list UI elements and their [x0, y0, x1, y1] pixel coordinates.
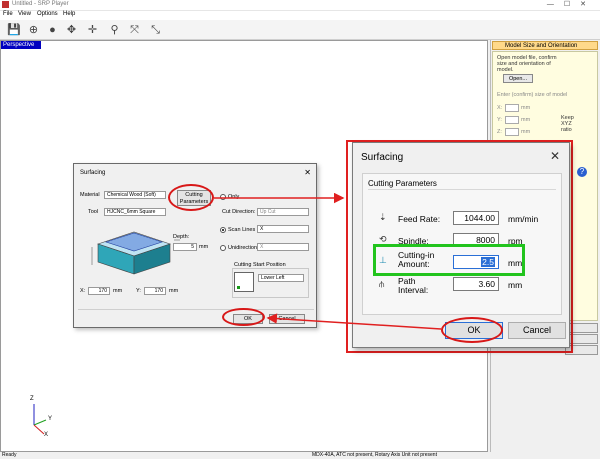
annotation-arrows [214, 192, 442, 330]
